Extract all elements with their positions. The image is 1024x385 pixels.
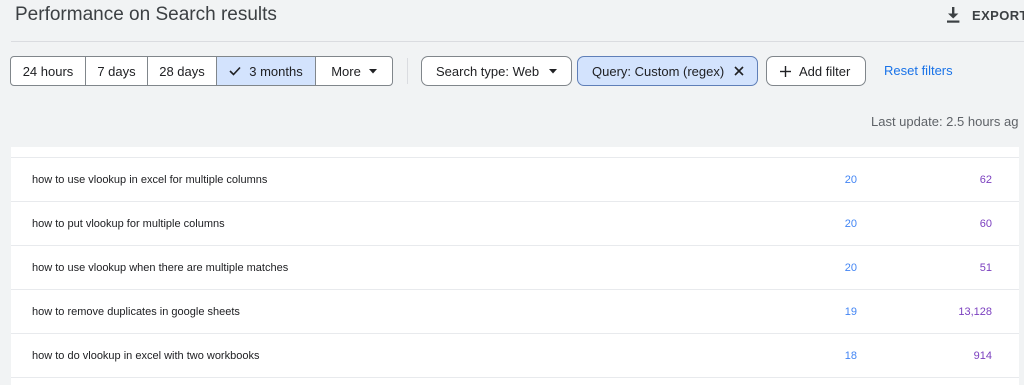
date-option-label: 7 days (97, 63, 136, 79)
query-cell: how to remove duplicates in google sheet… (32, 306, 240, 318)
download-icon (946, 7, 960, 23)
page-header: Performance on Search results EXPORT (0, 0, 1024, 36)
impressions-cell: 60 (979, 218, 992, 230)
header-divider (11, 41, 1024, 42)
impressions-cell: 13,128 (958, 306, 992, 318)
queries-table: how to use vlookup in excel for multiple… (11, 147, 1019, 385)
impressions-cell: 914 (973, 350, 992, 362)
date-range-selector: 24 hours 7 days 28 days 3 months More (10, 56, 393, 86)
impressions-cell: 62 (979, 174, 992, 186)
add-filter-label: Add filter (799, 63, 851, 79)
table-row[interactable]: how to use vlookup when there are multip… (11, 246, 1019, 290)
reset-filters-link[interactable]: Reset filters (884, 63, 953, 78)
table-row[interactable]: how to put vlookup for multiple columns … (11, 202, 1019, 246)
query-cell: how to do vlookup in excel with two work… (32, 350, 260, 362)
page-title: Performance on Search results (15, 4, 277, 25)
date-option-label: 24 hours (22, 63, 74, 79)
date-option-28-days[interactable]: 28 days (148, 57, 217, 85)
table-row[interactable]: how to remove duplicates in google sheet… (11, 290, 1019, 334)
date-option-label: 3 months (249, 63, 303, 79)
date-option-label: 28 days (159, 63, 205, 79)
clicks-cell: 20 (844, 174, 857, 186)
date-option-24-hours[interactable]: 24 hours (11, 57, 86, 85)
clicks-cell: 19 (844, 306, 857, 318)
filter-separator (407, 58, 408, 84)
clicks-cell: 18 (844, 350, 857, 362)
date-option-label: More (331, 63, 361, 79)
query-filter-chip[interactable]: Query: Custom (regex) (577, 56, 758, 86)
close-icon[interactable] (734, 66, 744, 76)
query-cell: how to put vlookup for multiple columns (32, 218, 225, 230)
check-icon (229, 66, 241, 76)
export-button[interactable]: EXPORT (946, 5, 1024, 25)
export-label: EXPORT (972, 7, 1024, 23)
plus-icon (780, 65, 791, 77)
query-cell: how to use vlookup in excel for multiple… (32, 174, 268, 186)
date-option-3-months[interactable]: 3 months (217, 57, 316, 85)
search-type-filter[interactable]: Search type: Web (421, 56, 572, 86)
last-update-text: Last update: 2.5 hours ag (871, 114, 1019, 129)
caret-down-icon (549, 68, 558, 74)
clicks-cell: 20 (844, 218, 857, 230)
search-type-label: Search type: Web (436, 63, 540, 79)
query-cell: how to use vlookup when there are multip… (32, 262, 289, 274)
table-row[interactable]: how to use vlookup in excel for multiple… (11, 158, 1019, 202)
impressions-cell: 51 (979, 262, 992, 274)
date-option-7-days[interactable]: 7 days (86, 57, 148, 85)
date-option-more[interactable]: More (316, 57, 392, 85)
caret-down-icon (368, 68, 377, 74)
table-row[interactable]: how to do vlookup in excel with two work… (11, 334, 1019, 378)
query-filter-label: Query: Custom (regex) (592, 63, 725, 79)
add-filter-button[interactable]: Add filter (766, 56, 866, 86)
clicks-cell: 20 (844, 262, 857, 274)
